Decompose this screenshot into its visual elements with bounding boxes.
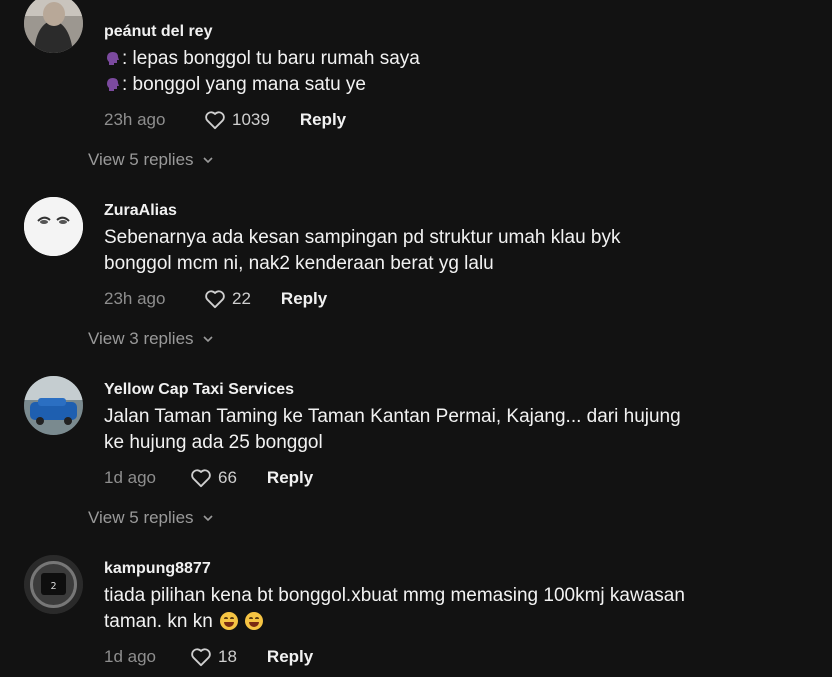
speaking-head-icon — [107, 52, 119, 65]
heart-icon — [191, 648, 211, 667]
reply-button[interactable]: Reply — [267, 647, 313, 667]
comment-meta: 1d ago 66 Reply — [104, 466, 808, 490]
comment-line: Sebenarnya ada kesan sampingan pd strukt… — [104, 227, 621, 248]
comment-line: : lepas bonggol tu baru rumah saya — [122, 48, 420, 69]
comment-timestamp: 1d ago — [104, 468, 156, 487]
comment-meta: 1d ago 18 Reply — [104, 645, 808, 669]
comment-text: tiada pilihan kena bt bonggol.xbuat mmg … — [104, 583, 808, 635]
rolling-laughing-emoji-icon — [245, 612, 264, 630]
avatar[interactable] — [24, 376, 83, 435]
view-replies-label: View 5 replies — [88, 150, 194, 169]
like-count: 18 — [218, 647, 237, 666]
view-replies-label: View 3 replies — [88, 329, 194, 348]
heart-icon — [205, 290, 225, 309]
comment-line: Jalan Taman Taming ke Taman Kantan Perma… — [104, 406, 681, 427]
like-button[interactable]: 1039 — [204, 110, 270, 130]
comment-line: bonggol mcm ni, nak2 kenderaan berat yg … — [104, 253, 494, 274]
reply-button[interactable]: Reply — [300, 110, 346, 130]
heart-icon — [191, 469, 211, 488]
svg-text:2: 2 — [50, 581, 56, 592]
comment-timestamp: 23h ago — [104, 110, 166, 129]
like-button[interactable]: 18 — [190, 647, 237, 667]
avatar[interactable] — [24, 197, 83, 256]
like-button[interactable]: 66 — [190, 468, 237, 488]
avatar[interactable]: 2 — [24, 555, 83, 614]
like-count: 1039 — [232, 110, 270, 129]
chevron-down-icon — [202, 157, 213, 164]
comment-username[interactable]: kampung8877 — [104, 559, 808, 579]
like-count: 66 — [218, 468, 237, 487]
view-replies-button[interactable]: View 5 replies — [88, 508, 214, 528]
reply-button[interactable]: Reply — [281, 289, 327, 309]
comment-timestamp: 1d ago — [104, 647, 156, 666]
comment-meta: 23h ago 1039 Reply — [104, 108, 808, 132]
comment-username[interactable]: peánut del rey — [104, 22, 808, 42]
like-button[interactable]: 22 — [204, 289, 251, 309]
avatar[interactable] — [24, 0, 83, 53]
comment-line: tiada pilihan kena bt bonggol.xbuat mmg … — [104, 585, 685, 606]
view-replies-button[interactable]: View 3 replies — [88, 329, 214, 349]
comment-text: Jalan Taman Taming ke Taman Kantan Perma… — [104, 404, 808, 456]
chevron-down-icon — [202, 336, 213, 343]
view-replies-label: View 5 replies — [88, 508, 194, 527]
comment-timestamp: 23h ago — [104, 289, 166, 308]
comment-text: Sebenarnya ada kesan sampingan pd strukt… — [104, 225, 808, 277]
rolling-laughing-emoji-icon — [220, 612, 239, 630]
comment-line: taman. kn kn — [104, 611, 219, 632]
chevron-down-icon — [202, 515, 213, 522]
comment-meta: 23h ago 22 Reply — [104, 287, 808, 311]
comment-line: ke hujung ada 25 bonggol — [104, 432, 323, 453]
heart-icon — [205, 111, 225, 130]
like-count: 22 — [232, 289, 251, 308]
comment-text: : lepas bonggol tu baru rumah saya : bon… — [104, 46, 808, 98]
comment-username[interactable]: ZuraAlias — [104, 201, 808, 221]
view-replies-button[interactable]: View 5 replies — [88, 150, 214, 170]
speaking-head-icon — [107, 78, 119, 91]
comment-username[interactable]: Yellow Cap Taxi Services — [104, 380, 808, 400]
reply-button[interactable]: Reply — [267, 468, 313, 488]
comment-line: : bonggol yang mana satu ye — [122, 74, 367, 95]
